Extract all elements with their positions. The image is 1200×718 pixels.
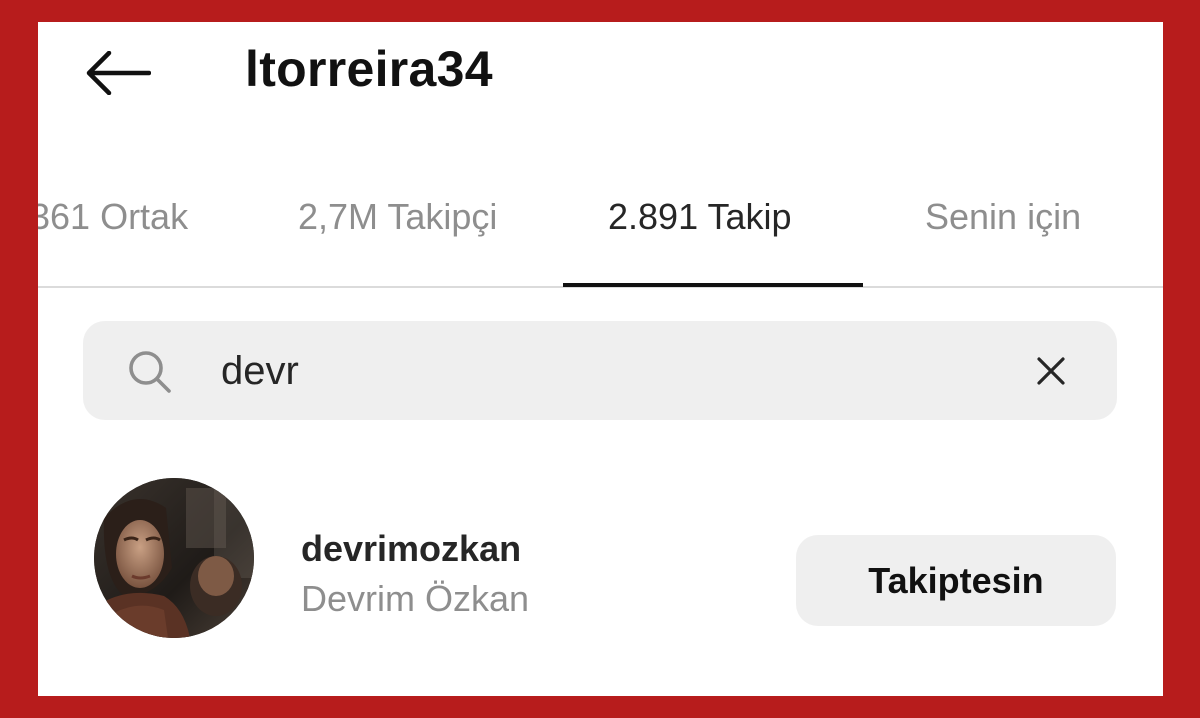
following-button[interactable]: Takiptesin: [796, 535, 1116, 626]
close-icon[interactable]: [1029, 349, 1073, 393]
tab-followers[interactable]: 2,7M Takipçi: [298, 196, 497, 238]
tab-for-you[interactable]: Senin için: [925, 196, 1081, 238]
arrow-left-icon: [86, 51, 151, 95]
following-screen: ltorreira34 361 Ortak 2,7M Takipçi 2.891…: [38, 22, 1163, 696]
tab-following[interactable]: 2.891 Takip: [608, 196, 791, 238]
page-title: ltorreira34: [245, 41, 493, 97]
result-full-name: Devrim Özkan: [301, 578, 530, 619]
search-input[interactable]: [221, 343, 981, 399]
search-bar[interactable]: [83, 321, 1117, 420]
list-item[interactable]: devrimozkan Devrim Özkan Takiptesin: [38, 460, 1163, 650]
avatar-image: [94, 478, 254, 638]
search-icon: [129, 351, 171, 393]
back-button[interactable]: [82, 48, 154, 98]
active-tab-indicator: [563, 283, 863, 287]
tab-mutuals[interactable]: 361 Ortak: [38, 196, 188, 238]
result-username: devrimozkan: [301, 528, 522, 569]
avatar[interactable]: [94, 478, 254, 638]
